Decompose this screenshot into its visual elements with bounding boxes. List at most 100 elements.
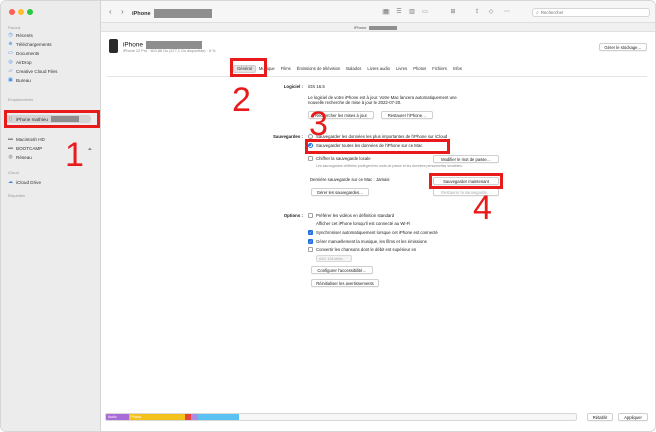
apply-button[interactable]: Appliquer — [618, 413, 648, 421]
standard-definition-label: Préférer les vidéos en définition standa… — [316, 213, 395, 218]
redacted-block — [154, 9, 213, 18]
back-button[interactable]: ‹ — [109, 8, 112, 16]
divider — [107, 76, 647, 77]
window-title: iPhone — [132, 9, 213, 18]
sidebar-item-label: Macintosh HD — [16, 136, 45, 142]
sidebar-item-label: Récents — [16, 32, 33, 38]
eject-icon[interactable]: ⏏ — [88, 146, 93, 151]
network-icon: ◍ — [8, 153, 13, 160]
device-name: iPhone — [123, 41, 202, 49]
search-icon: ⌕ — [536, 9, 539, 16]
device-tabs: Général Musique Films Émissions de télév… — [233, 64, 465, 73]
convert-bitrate-label: Convertir les chansons dont le débit est… — [316, 247, 417, 252]
reset-warnings-button[interactable]: Réinitialiser les avertissements — [311, 279, 379, 287]
tag-icon[interactable]: ◇ — [487, 9, 495, 15]
annotation-box-2 — [230, 58, 267, 77]
search-input[interactable] — [540, 10, 641, 15]
sidebar-item-label: Creative Cloud Files — [16, 68, 58, 74]
manage-backups-button[interactable]: Gérer les sauvegardes… — [311, 188, 369, 196]
tab-photos[interactable]: Photos — [410, 65, 429, 73]
tab-files[interactable]: Fichiers — [429, 65, 450, 73]
sidebar-item-downloads[interactable]: ⊕ Téléchargements — [8, 40, 96, 48]
manual-manage-checkbox[interactable]: ✓ — [308, 239, 313, 244]
show-wifi-label: Afficher cet iPhone lorsqu'il est connec… — [316, 221, 411, 226]
sidebar-item-label: Documents — [16, 50, 40, 56]
tab-info[interactable]: Infos — [450, 65, 465, 73]
share-icon[interactable]: ⇪ — [473, 9, 481, 15]
sidebar-item-airdrop[interactable]: ◎ AirDrop — [8, 58, 96, 66]
close-window-button[interactable] — [9, 9, 15, 15]
device-info: iPhone 12 Pro · 603,88 Go (477,1 Go disp… — [123, 49, 216, 53]
change-password-button[interactable]: Modifier le mot de passe… — [433, 155, 499, 163]
sidebar-item-label: Bureau — [16, 77, 31, 83]
tab-movies[interactable]: Films — [278, 65, 294, 73]
airdrop-icon: ◎ — [8, 58, 13, 65]
options-label: Options : — [283, 213, 303, 218]
storage-segment: Audio — [106, 414, 129, 420]
manage-storage-button[interactable]: Gérer le stockage… — [599, 43, 647, 51]
auto-sync-checkbox[interactable]: ✓ — [308, 230, 313, 235]
sidebar-item-recents[interactable]: ◷ Récents — [8, 31, 96, 39]
annotation-box-4 — [429, 173, 503, 189]
sidebar-item-creative-cloud[interactable]: ▱ Creative Cloud Files — [8, 67, 96, 75]
convert-bitrate-checkbox[interactable] — [308, 247, 313, 252]
icloud-icon: ☁ — [8, 178, 13, 185]
redacted-block — [368, 25, 397, 30]
encrypt-backup-checkbox[interactable] — [308, 156, 313, 161]
icon-view-icon[interactable]: ▦ — [382, 9, 390, 15]
sidebar-heading-locations: Emplacements — [8, 98, 34, 102]
redacted-block — [145, 41, 202, 49]
tab-audiobooks[interactable]: Livres audio — [364, 65, 393, 73]
tab-tv-shows[interactable]: Émissions de télévision — [294, 65, 344, 73]
sidebar-item-label: Téléchargements — [16, 41, 52, 47]
storage-bar: Audio Photos — [105, 413, 577, 421]
list-view-icon[interactable]: ☰ — [395, 9, 403, 15]
restore-iphone-button[interactable]: Restaurer l'iPhone… — [381, 111, 433, 119]
group-icon[interactable]: ⊞ — [449, 9, 457, 15]
ios-version: iOS 16.5 — [308, 84, 325, 89]
annotation-number-1: 1 — [65, 136, 84, 174]
cloud-folder-icon: ▱ — [8, 67, 13, 74]
desktop-icon: ▣ — [8, 76, 13, 83]
sidebar-item-label: Réseau — [16, 154, 32, 160]
iphone-device-icon — [109, 39, 118, 53]
backups-label: Sauvegardes : — [272, 134, 303, 139]
sidebar: Favoris ◷ Récents ⊕ Téléchargements ▭ Do… — [1, 1, 101, 431]
disk-icon: ▬ — [8, 144, 13, 151]
sidebar-heading-favorites: Favoris — [8, 26, 21, 30]
sidebar-item-label: AirDrop — [16, 59, 32, 65]
download-icon: ⊕ — [8, 40, 13, 47]
accessibility-button[interactable]: Configurer l'accessibilité… — [311, 266, 373, 274]
forward-button[interactable]: › — [121, 8, 124, 16]
storage-segment — [191, 414, 198, 420]
tab-books[interactable]: Livres — [393, 65, 410, 73]
storage-segment — [197, 414, 239, 420]
sidebar-item-icloud-drive[interactable]: ☁ iCloud Drive — [8, 178, 96, 186]
manual-manage-label: Gérer manuellement la musique, les films… — [316, 239, 427, 244]
zoom-window-button[interactable] — [27, 9, 33, 15]
search-field[interactable]: ⌕ — [532, 8, 650, 17]
annotation-number-3: 3 — [309, 105, 328, 143]
revert-button[interactable]: Rétablir — [587, 413, 613, 421]
encrypt-backup-label: Chiffrer la sauvegarde locale — [316, 156, 371, 161]
window-controls — [9, 9, 33, 15]
column-view-icon[interactable]: ▥ — [408, 9, 416, 15]
gallery-view-icon[interactable]: ▭ — [421, 9, 429, 15]
encrypt-note: Les sauvegardes chiffrées protègent les … — [316, 164, 463, 168]
clock-icon: ◷ — [8, 31, 13, 38]
standard-definition-checkbox[interactable] — [308, 213, 313, 218]
more-actions-icon[interactable]: ⋯ — [503, 9, 511, 15]
annotation-number-4: 4 — [473, 189, 492, 227]
toolbar: ‹ › iPhone ▦ ☰ ▥ ▭ ⊞ ⇪ ◇ ⋯ ⌕ — [101, 1, 655, 23]
annotation-number-2: 2 — [232, 81, 251, 119]
device-tab[interactable]: iPhone — [354, 25, 397, 30]
sidebar-item-desktop[interactable]: ▣ Bureau — [8, 76, 96, 84]
device-tab-strip: iPhone — [101, 23, 655, 32]
sidebar-heading-tags: Étiquettes — [8, 194, 25, 198]
minimize-window-button[interactable] — [18, 9, 24, 15]
sidebar-item-documents[interactable]: ▭ Documents — [8, 49, 96, 57]
document-icon: ▭ — [8, 49, 13, 56]
bitrate-select[interactable]: AAC 128 kbit/s — [316, 255, 352, 262]
tab-podcasts[interactable]: Balados — [343, 65, 364, 73]
sidebar-heading-icloud: iCloud — [8, 171, 19, 175]
